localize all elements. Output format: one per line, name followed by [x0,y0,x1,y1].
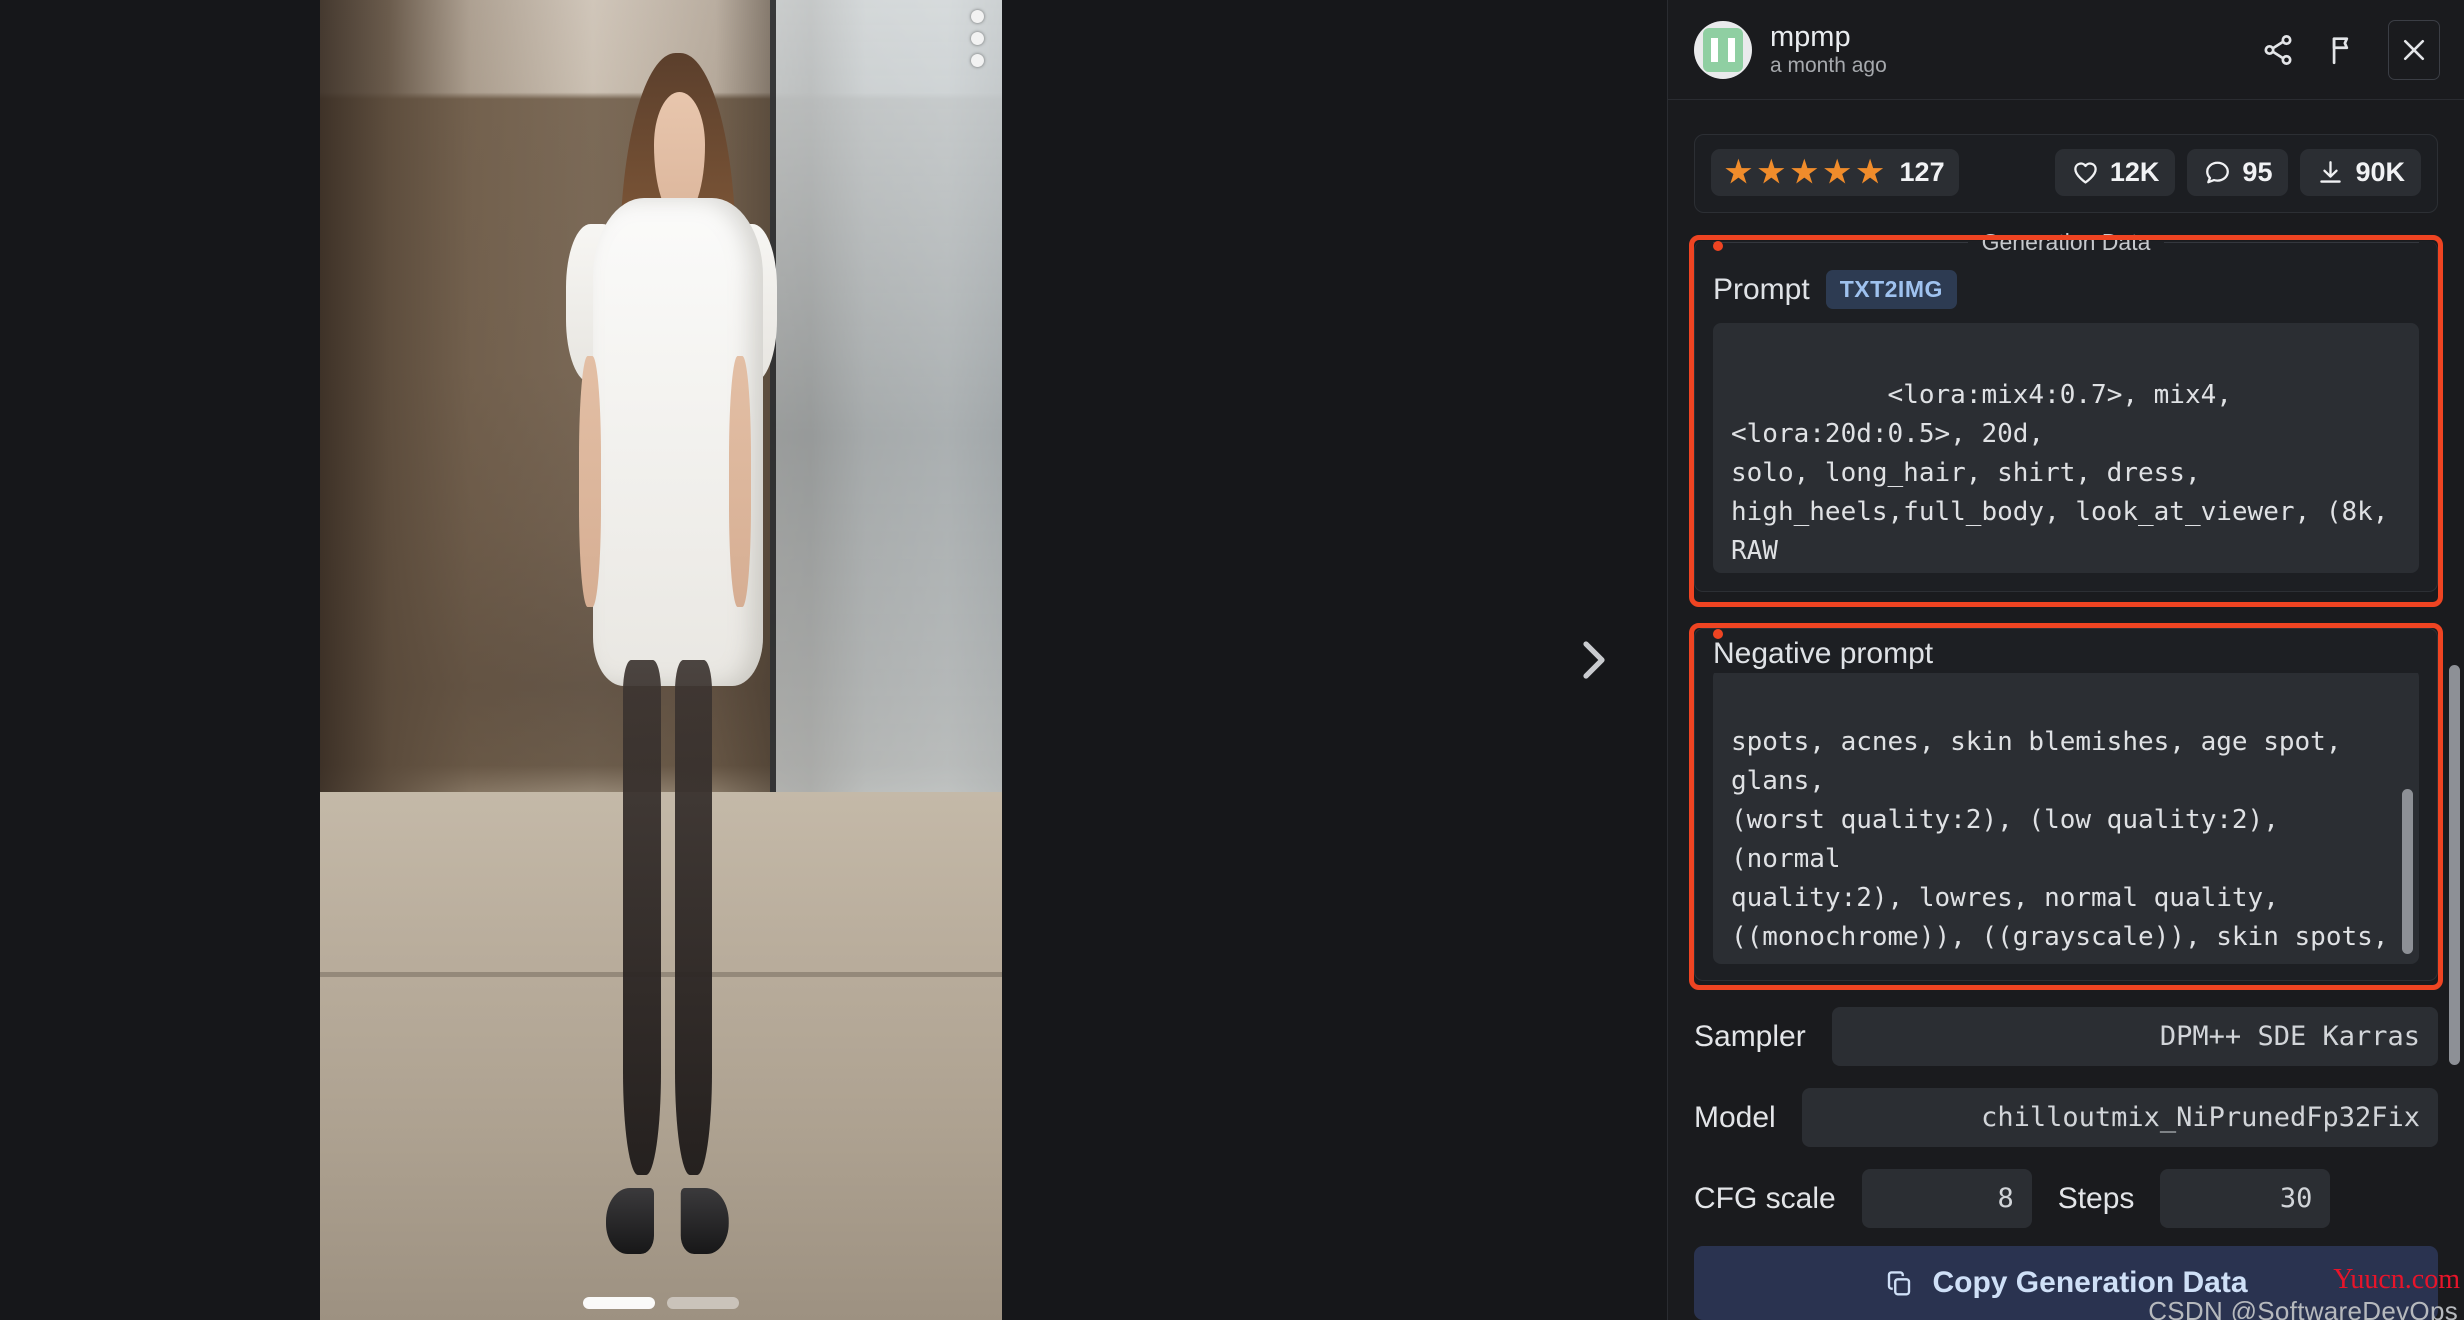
panel-header: mpmp a month ago [1668,0,2464,100]
rating-chip[interactable]: ★ ★ ★ ★ ★ 127 [1711,149,1959,196]
star-icon: ★ [1856,155,1884,189]
post-timestamp: a month ago [1770,53,1887,77]
generation-data-viewer: mpmp a month ago ★ ★ ★ ★ ★ 127 12K 95 90… [0,0,2464,1320]
negative-prompt-section: Negative prompt spots, acnes, skin blemi… [1689,623,2443,990]
negative-prompt-label: Negative prompt [1713,629,2419,673]
cfg-scale-label: CFG scale [1694,1181,1836,1215]
close-button[interactable] [2388,19,2440,80]
copy-button-label: Copy Generation Data [1932,1266,2248,1299]
author-info: mpmp a month ago [1770,22,1887,76]
photo-subject-leg-right [674,660,713,1175]
negative-prompt-text: spots, acnes, skin blemishes, age spot, … [1731,727,2389,964]
model-label: Model [1694,1100,1776,1134]
param-row-sampler: Sampler DPM++ SDE Karras [1694,1007,2438,1066]
steps-label: Steps [2057,1181,2135,1215]
rating-count: 127 [1899,157,1945,187]
legend-rule-right [2164,242,2419,243]
negative-prompt-scrollbar[interactable] [2402,789,2413,954]
panel-body[interactable]: ⎯⎯⎯ ⎯⎯ ★ ★ ★ ★ ★ 127 12K [1668,100,2464,1240]
prompt-header: Prompt TXT2IMG [1713,270,2419,309]
share-icon [2264,34,2292,65]
prompt-textarea[interactable]: <lora:mix4:0.7>, mix4, <lora:20d:0.5>, 2… [1713,323,2419,573]
star-icon: ★ [1757,155,1785,189]
clipped-row-above: ⎯⎯⎯ ⎯⎯ [1694,100,2438,130]
parameters-list: Sampler DPM++ SDE Karras Model chilloutm… [1694,981,2438,1240]
like-chip[interactable]: 12K [2054,149,2176,196]
photo-background [320,0,1002,1320]
info-panel: mpmp a month ago ★ ★ ★ ★ ★ 127 12K 95 90… [1667,0,2464,1320]
generation-data-title: Generation Data [1981,229,2151,255]
download-count: 90K [2355,157,2405,187]
photo-glass-door [770,0,1002,792]
author-username[interactable]: mpmp [1770,22,1887,53]
image-viewer [0,0,1667,1320]
prompt-label: Prompt [1713,272,1810,306]
star-icon: ★ [1790,155,1818,189]
like-count: 12K [2109,157,2160,187]
watermark-yuucn: Yuucn.com [2333,1264,2460,1295]
steps-value[interactable]: 30 [2160,1169,2331,1228]
photo-subject-leg-left [623,660,661,1175]
pagination-dot-active[interactable] [583,1297,655,1309]
sampler-value[interactable]: DPM++ SDE Karras [1831,1007,2438,1066]
comment-icon [2206,161,2230,184]
engagement-chips: 12K 95 90K [2054,149,2421,196]
download-icon [2320,161,2342,183]
negative-prompt-textarea[interactable]: spots, acnes, skin blemishes, age spot, … [1713,669,2419,964]
generated-image[interactable] [320,0,1002,1320]
close-icon [2403,39,2425,60]
photo-subject-shoe-left [606,1188,655,1254]
download-chip[interactable]: 90K [2300,149,2421,196]
star-icon: ★ [1725,155,1752,189]
star-icon: ★ [1823,155,1851,189]
kebab-dot [971,54,984,67]
panel-scrollbar[interactable] [2449,665,2460,1065]
heart-icon [2074,162,2097,184]
photo-subject-arm-left [579,356,601,608]
header-actions [2256,19,2440,80]
share-button[interactable] [2256,28,2300,72]
comment-count: 95 [2242,157,2273,187]
avatar[interactable] [1694,20,1752,79]
clipped-text: ⎯⎯⎯ ⎯⎯ [1702,100,1783,108]
copy-icon [1888,1271,1911,1296]
stats-card: ★ ★ ★ ★ ★ 127 12K 95 90K [1694,134,2438,213]
comment-chip[interactable]: 95 [2187,149,2289,196]
txt2img-badge: TXT2IMG [1825,270,1957,309]
sampler-label: Sampler [1694,1019,1806,1053]
watermark-csdn: CSDN @SoftwareDevOps [2148,1296,2458,1320]
photo-subject-arm-right [729,356,751,608]
param-row-model: Model chilloutmix_NiPrunedFp32Fix [1694,1088,2438,1147]
cfg-scale-value[interactable]: 8 [1861,1169,2032,1228]
image-pagination[interactable] [583,1297,739,1309]
next-image-button[interactable] [1563,614,1621,706]
kebab-dot [971,10,984,23]
report-button[interactable] [2322,28,2366,72]
generation-data-section: Generation Data Prompt TXT2IMG <lora:mix… [1689,229,2443,607]
photo-pavement [320,792,1002,1320]
photo-subject-shoe-right [681,1188,730,1254]
generation-data-legend: Generation Data [1713,229,2419,256]
more-options-icon[interactable] [971,10,984,67]
kebab-dot [971,32,984,45]
flag-icon [2332,36,2349,64]
prompt-text: <lora:mix4:0.7>, mix4, <lora:20d:0.5>, 2… [1731,380,2389,566]
param-row-cfg-steps: CFG scale 8 Steps 30 [1694,1169,2438,1228]
chevron-right-icon [1583,641,1605,679]
pagination-dot[interactable] [667,1297,739,1309]
model-value[interactable]: chilloutmix_NiPrunedFp32Fix [1801,1088,2438,1147]
legend-rule-left [1713,242,1968,243]
